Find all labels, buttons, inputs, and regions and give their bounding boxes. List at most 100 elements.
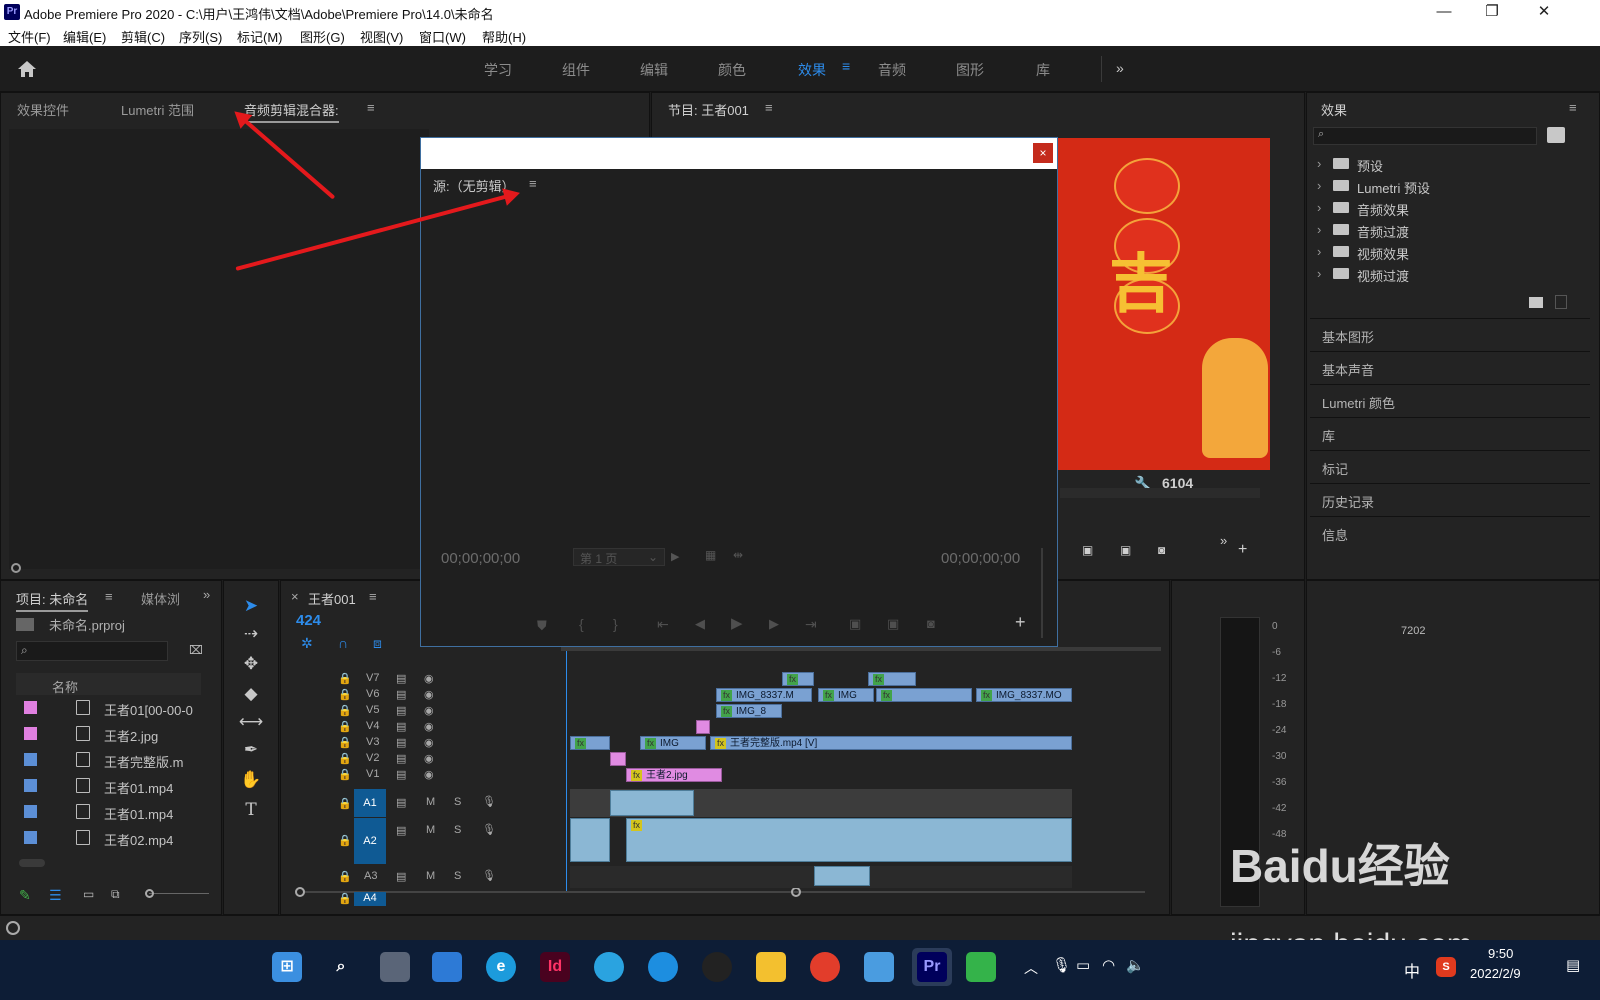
project-item[interactable]: 王者01[00-00-0: [16, 695, 201, 721]
razor-tool-icon[interactable]: ◆: [238, 681, 264, 707]
selection-tool-icon[interactable]: ➤: [238, 593, 264, 619]
clip-v3-a[interactable]: fx: [570, 736, 610, 750]
page-select[interactable]: 第 1 页 ⌄: [573, 548, 665, 566]
lock-icon[interactable]: 🔒: [338, 688, 352, 701]
project-item[interactable]: 王者01.mp4: [16, 773, 201, 799]
eye-icon[interactable]: ◉: [424, 672, 434, 685]
sync-lock-icon[interactable]: ▤: [396, 768, 406, 781]
media-browser-tab[interactable]: 媒体浏: [141, 589, 180, 608]
workspace-editing[interactable]: 编辑: [640, 60, 668, 80]
notepad-icon[interactable]: [864, 952, 894, 982]
insert-icon[interactable]: ▣: [849, 616, 861, 632]
track-header-v5[interactable]: 🔒 V5 ▤ ◉: [290, 704, 570, 720]
track-header-v6[interactable]: 🔒 V6 ▤ ◉: [290, 688, 570, 704]
project-item[interactable]: 王者2.jpg: [16, 721, 201, 747]
source-timecode-left[interactable]: 00;00;00;00: [441, 550, 520, 567]
overwrite-icon[interactable]: ▣: [887, 616, 899, 632]
effects-folder-video-transitions[interactable]: › 视频过渡: [1307, 263, 1587, 285]
audio-clip-a2-b[interactable]: fx: [626, 818, 1072, 862]
show-hidden-icons-chevron[interactable]: ︿: [1024, 958, 1038, 978]
eye-icon[interactable]: ◉: [424, 736, 434, 749]
workspace-effects[interactable]: 效果: [798, 60, 826, 80]
timeline-menu-icon[interactable]: ≡: [369, 589, 377, 604]
clip-v3-b[interactable]: fx IMG: [640, 736, 706, 750]
menu-file[interactable]: 文件(F): [8, 27, 51, 46]
effects-search-input[interactable]: ⌕: [1313, 127, 1537, 145]
zoom-handle-icon[interactable]: [11, 563, 21, 573]
effects-panel-title[interactable]: 效果: [1321, 100, 1347, 119]
lock-icon[interactable]: 🔒: [338, 768, 352, 781]
wifi-icon[interactable]: ◠: [1102, 956, 1115, 974]
new-folder-icon[interactable]: [1529, 297, 1543, 308]
dialog-add-button[interactable]: +: [1015, 612, 1026, 633]
slip-tool-icon[interactable]: ⟷: [238, 709, 264, 735]
eye-icon[interactable]: ◉: [424, 720, 434, 733]
sync-lock-icon[interactable]: ▤: [396, 824, 406, 837]
workspace-graphics[interactable]: 图形: [956, 60, 984, 80]
project-h-scrollbar[interactable]: [19, 859, 45, 867]
play-small-icon[interactable]: ▶: [671, 550, 679, 563]
project-item[interactable]: 王者02.mp4: [16, 825, 201, 851]
clip-v6-c[interactable]: fx: [876, 688, 972, 702]
clip-v3-c[interactable]: fx 王者完整版.mp4 [V]: [710, 736, 1072, 750]
project-more-button[interactable]: »: [203, 587, 210, 602]
lock-icon[interactable]: 🔒: [338, 752, 352, 765]
eye-icon[interactable]: ◉: [424, 768, 434, 781]
menu-edit[interactable]: 编辑(E): [63, 27, 106, 46]
clock-date[interactable]: 2022/2/9: [1470, 966, 1521, 981]
lock-icon[interactable]: 🔒: [338, 672, 352, 685]
section-markers[interactable]: 标记: [1310, 450, 1590, 482]
eye-icon[interactable]: ◉: [424, 704, 434, 717]
track-header-a4[interactable]: 🔒 A4: [290, 892, 570, 906]
track-header-a1[interactable]: 🔒 A1 ▤ M S 🎙: [290, 789, 570, 817]
workspace-overflow-button[interactable]: »: [1116, 60, 1124, 76]
mark-out-icon[interactable]: }: [613, 616, 618, 632]
mark-in-icon[interactable]: {: [579, 616, 584, 632]
clip-v1[interactable]: fx 王者2.jpg: [626, 768, 722, 782]
project-item[interactable]: 王者完整版.m: [16, 747, 201, 773]
clip-v5[interactable]: fx IMG_8: [716, 704, 782, 718]
workspace-learn[interactable]: 学习: [484, 60, 512, 80]
hand-tool-icon[interactable]: ✋: [238, 767, 264, 793]
search-icon[interactable]: ⌕: [326, 952, 356, 982]
track-select-tool-icon[interactable]: ⇢: [238, 621, 264, 647]
tab-effect-controls[interactable]: 效果控件: [17, 100, 69, 119]
eye-icon[interactable]: ◉: [424, 688, 434, 701]
minimize-button[interactable]: —: [1420, 0, 1468, 24]
audio-clip-a2-a[interactable]: [570, 818, 610, 862]
project-menu-icon[interactable]: ≡: [105, 589, 113, 604]
effects-folder-lumetri-presets[interactable]: › Lumetri 预设: [1307, 175, 1587, 197]
telegram-icon[interactable]: [594, 952, 624, 982]
timeline-zoom-right-handle[interactable]: [791, 887, 801, 897]
sync-lock-icon[interactable]: ▤: [396, 672, 406, 685]
track-label[interactable]: A1: [354, 789, 386, 817]
workspace-audio[interactable]: 音频: [878, 60, 906, 80]
zoom-slider-handle[interactable]: [145, 889, 154, 898]
section-info[interactable]: 信息: [1310, 516, 1590, 548]
fit-icon[interactable]: ⇹: [733, 548, 743, 562]
program-menu-icon[interactable]: ≡: [765, 100, 773, 115]
clip-v4[interactable]: [696, 720, 710, 734]
track-header-a3[interactable]: 🔒 A3 ▤ M S 🎙: [290, 866, 570, 888]
premiere-taskbar-button[interactable]: Pr: [912, 948, 952, 986]
chrome-icon[interactable]: [810, 952, 840, 982]
sync-lock-icon[interactable]: ▤: [396, 796, 406, 809]
clip-v6-b[interactable]: fx IMG: [818, 688, 874, 702]
menu-marker[interactable]: 标记(M): [237, 27, 283, 46]
project-search-input[interactable]: ⌕: [16, 641, 168, 661]
menu-view[interactable]: 视图(V): [360, 27, 403, 46]
track-label[interactable]: A4: [354, 892, 386, 906]
volume-icon[interactable]: 🔈: [1126, 956, 1145, 974]
workspace-assembly[interactable]: 组件: [562, 60, 590, 80]
solo-button[interactable]: S: [454, 796, 461, 808]
clip-v6-a[interactable]: fx IMG_8337.M: [716, 688, 812, 702]
step-forward-icon[interactable]: ▶: [769, 616, 779, 632]
mute-button[interactable]: M: [426, 796, 435, 808]
sogou-input-icon[interactable]: S: [1436, 957, 1456, 977]
insert-icon[interactable]: ▣: [1082, 543, 1093, 557]
export-frame-icon[interactable]: ◙: [1158, 543, 1165, 557]
menu-help[interactable]: 帮助(H): [482, 27, 526, 46]
clock-time[interactable]: 9:50: [1488, 946, 1513, 961]
list-view-icon[interactable]: ☰: [49, 887, 62, 904]
program-scrubber[interactable]: [1060, 488, 1260, 498]
